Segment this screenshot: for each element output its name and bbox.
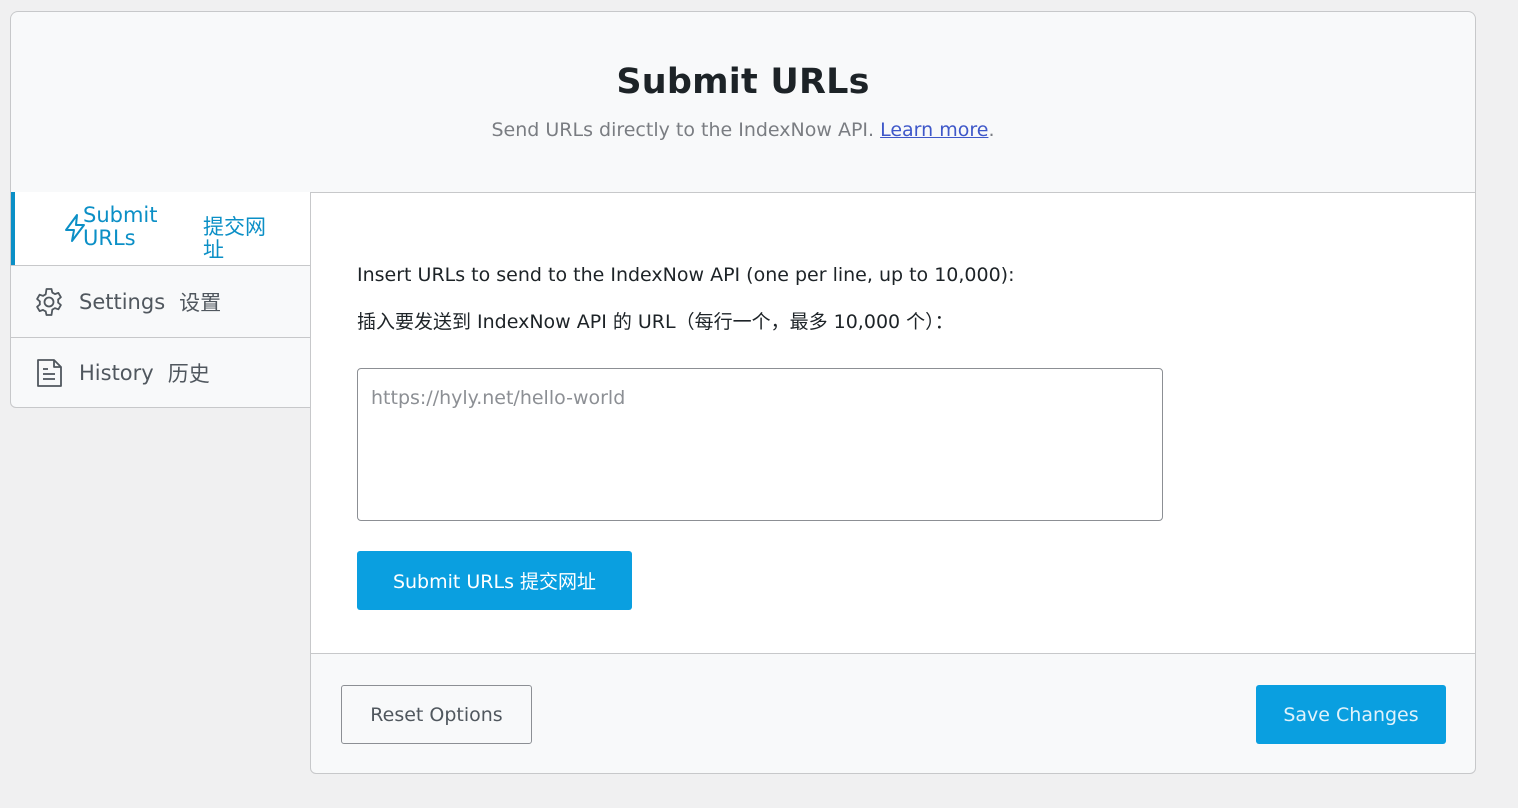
instruction-text: Insert URLs to send to the IndexNow API … <box>357 264 1015 286</box>
sidebar-item-label: Submit URLs <box>83 203 158 250</box>
instruction-text-zh: 插入要发送到 IndexNow API 的 URL（每行一个，最多 10,000… <box>357 311 954 333</box>
sidebar-item-label: History <box>79 361 154 385</box>
panel-footer: Reset Options Save Changes <box>310 653 1476 774</box>
panel-header: Submit URLs Send URLs directly to the In… <box>10 11 1476 193</box>
sidebar-item-label-zh: 历史 <box>167 362 210 386</box>
url-textarea[interactable] <box>357 368 1163 521</box>
indexnow-panel: Submit URLs Send URLs directly to the In… <box>10 11 1477 774</box>
page-subtitle: Send URLs directly to the IndexNow API. … <box>11 119 1475 141</box>
document-icon <box>37 359 62 387</box>
gear-icon <box>36 287 62 316</box>
sidebar-item-label-zh: 设置 <box>179 290 222 315</box>
sidebar-item-settings[interactable]: Settings 设置 <box>11 265 311 337</box>
sidebar-item-label-zh: 提交网址 <box>203 215 266 262</box>
submit-urls-button[interactable]: Submit URLs 提交网址 <box>357 551 632 610</box>
save-changes-button[interactable]: Save Changes <box>1256 685 1446 744</box>
page-title: Submit URLs <box>616 62 870 102</box>
sidebar-item-history[interactable]: History 历史 <box>11 337 311 408</box>
sidebar-item-submit-urls[interactable]: Submit URLs 提交网址 <box>11 192 312 265</box>
sidebar-nav: Submit URLs 提交网址 Settings 设置 History 历史 <box>10 192 312 408</box>
learn-more-link[interactable]: Learn more <box>880 119 988 141</box>
submit-urls-content: Insert URLs to send to the IndexNow API … <box>310 192 1476 654</box>
sidebar-item-label: Settings <box>79 289 166 314</box>
reset-options-button[interactable]: Reset Options <box>341 685 532 744</box>
subtitle-period: . <box>988 119 995 141</box>
subtitle-text: Send URLs directly to the IndexNow API. <box>491 119 875 141</box>
